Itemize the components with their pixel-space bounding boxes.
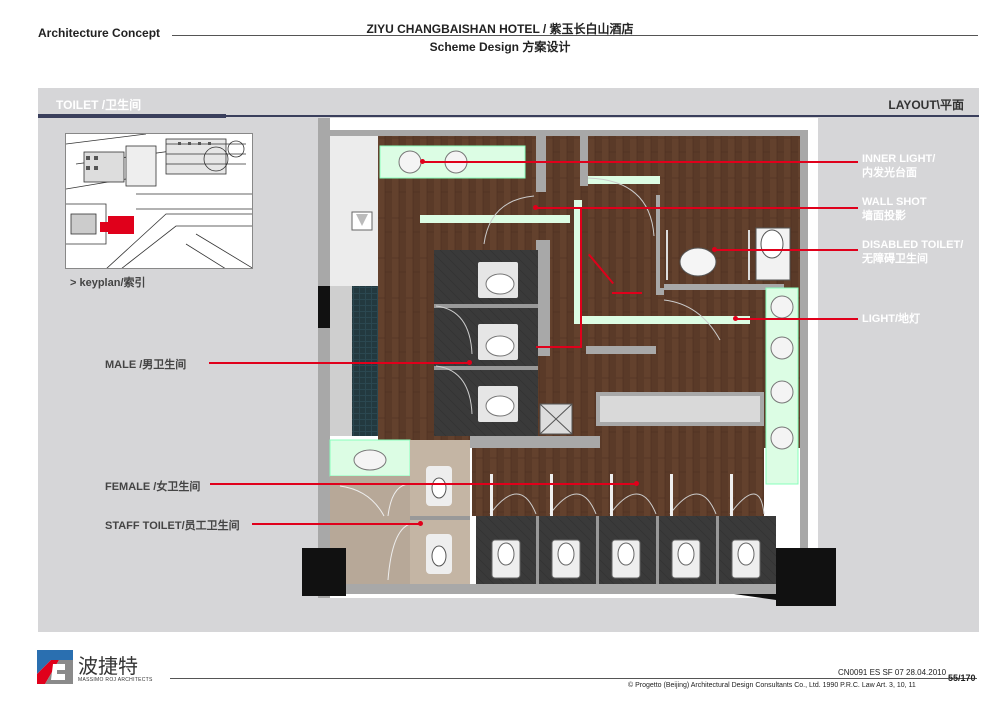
label-disabled-en: DISABLED TOILET/ (862, 239, 964, 251)
company-logo (37, 650, 73, 684)
leader-inner-light (422, 161, 858, 163)
label-female: FEMALE /女卫生间 (105, 481, 201, 493)
label-wall-shot: WALL SHOT 墙面投影 (862, 195, 927, 223)
label-wall-shot-cn: 墙面投影 (862, 210, 906, 222)
company-name-en: MASSIMO ROJ ARCHITECTS (78, 677, 153, 683)
page-number: 55/170 (948, 673, 976, 683)
leader-wall-shot (535, 207, 858, 209)
label-inner-light: INNER LIGHT/ 内发光台面 (862, 152, 935, 180)
leader-female (210, 483, 636, 485)
leader-wall-shot-branch (580, 207, 582, 347)
female-floor (472, 448, 764, 516)
wall-shot-strip (420, 215, 570, 223)
copyright: © Progetto (Beijing) Architectural Desig… (628, 682, 916, 689)
leader-male (209, 362, 469, 364)
marker-male (467, 360, 472, 365)
label-male: MALE /男卫生间 (105, 359, 187, 371)
male-urinal-wall (352, 286, 378, 436)
company-name-cn: 波捷特 (78, 654, 138, 678)
label-inner-light-cn: 内发光台面 (862, 167, 917, 179)
leader-staff (252, 523, 420, 525)
marker-female (634, 481, 639, 486)
leader-disabled (714, 249, 858, 251)
footer-rule (170, 678, 977, 679)
label-disabled-cn: 无障碍卫生间 (862, 253, 928, 265)
document-code: CN0091 ES SF 07 28.04.2010 (838, 668, 947, 677)
leader-wall-shot-foot (612, 292, 642, 294)
column-left (302, 548, 346, 596)
label-disabled-toilet: DISABLED TOILET/ 无障碍卫生间 (862, 238, 963, 266)
label-light: LIGHT/地灯 (862, 313, 921, 325)
column-right (776, 548, 836, 606)
leader-light-branch (536, 346, 582, 348)
page: { "header": { "section": "Architecture C… (0, 0, 1000, 708)
marker-staff (418, 521, 423, 526)
leader-light (735, 318, 858, 320)
label-staff-toilet: STAFF TOILET/员工卫生间 (105, 520, 240, 532)
label-inner-light-en: INNER LIGHT/ (862, 153, 936, 165)
floor-plan (302, 118, 836, 606)
label-wall-shot-en: WALL SHOT (862, 196, 927, 208)
